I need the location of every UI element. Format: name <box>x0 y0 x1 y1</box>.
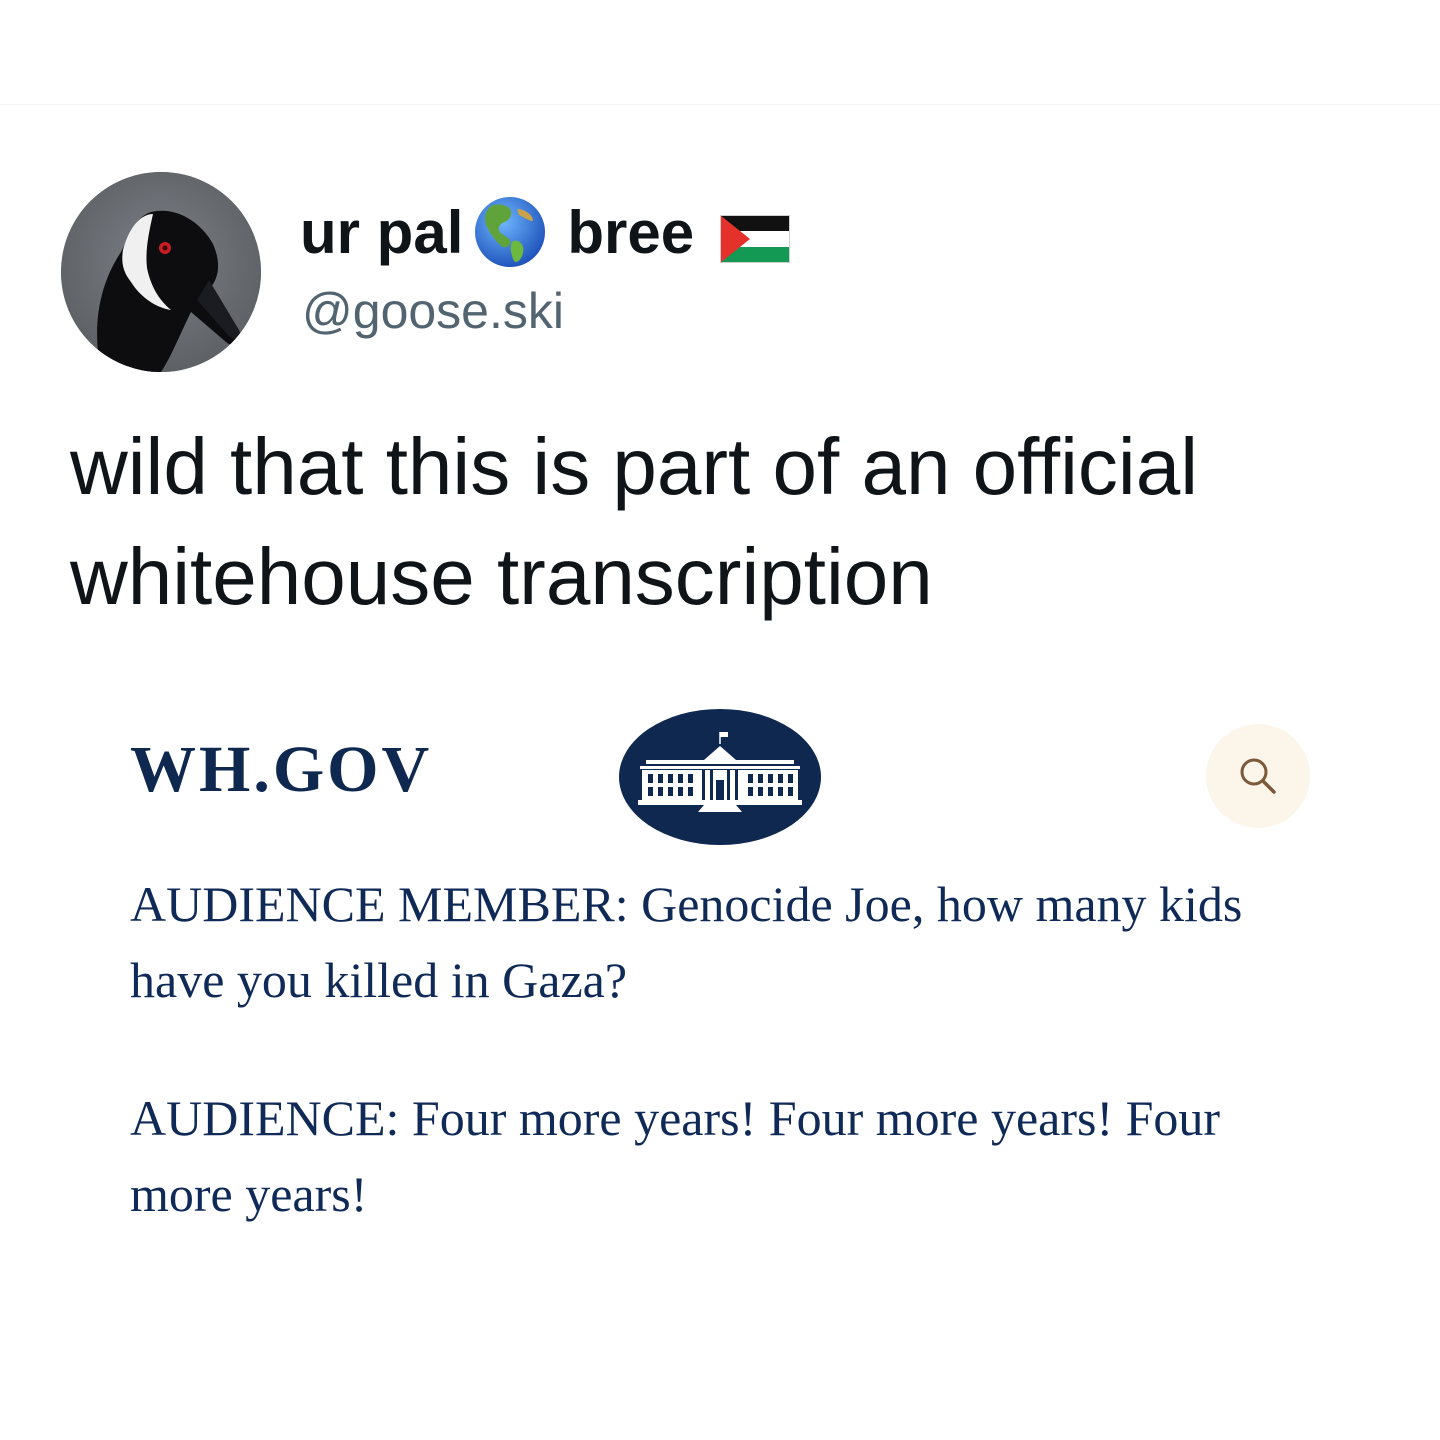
display-name-part1: ur pal <box>300 198 464 266</box>
transcript-speaker: AUDIENCE: <box>130 1090 400 1146</box>
transcript-speaker: AUDIENCE MEMBER: <box>130 876 629 932</box>
transcript-entry: AUDIENCE MEMBER: Genocide Joe, how many … <box>130 866 1310 1018</box>
avatar[interactable] <box>61 172 261 372</box>
user-handle[interactable]: @goose.ski <box>302 282 564 340</box>
palestine-flag-icon <box>720 208 791 263</box>
goose-avatar-image <box>61 172 261 372</box>
transcript-entry: AUDIENCE: Four more years! Four more yea… <box>130 1080 1310 1232</box>
search-icon <box>1240 758 1276 794</box>
display-name-part2: bree <box>567 198 695 266</box>
post: ur pal bree @goose.ski wild that this is… <box>0 0 1440 1440</box>
display-name[interactable]: ur pal bree <box>300 195 791 269</box>
post-text: wild that this is part of an official wh… <box>70 422 1198 621</box>
wh-gov-logo[interactable]: WH.GOV <box>130 732 432 808</box>
white-house-seal-icon[interactable] <box>618 708 822 846</box>
globe-americas-icon <box>473 195 547 269</box>
embedded-whitehouse-screenshot: WH.GOV AUDIENCE MEMBER: Genocide Joe, ho… <box>0 690 1440 1270</box>
search-button[interactable] <box>1206 724 1310 828</box>
